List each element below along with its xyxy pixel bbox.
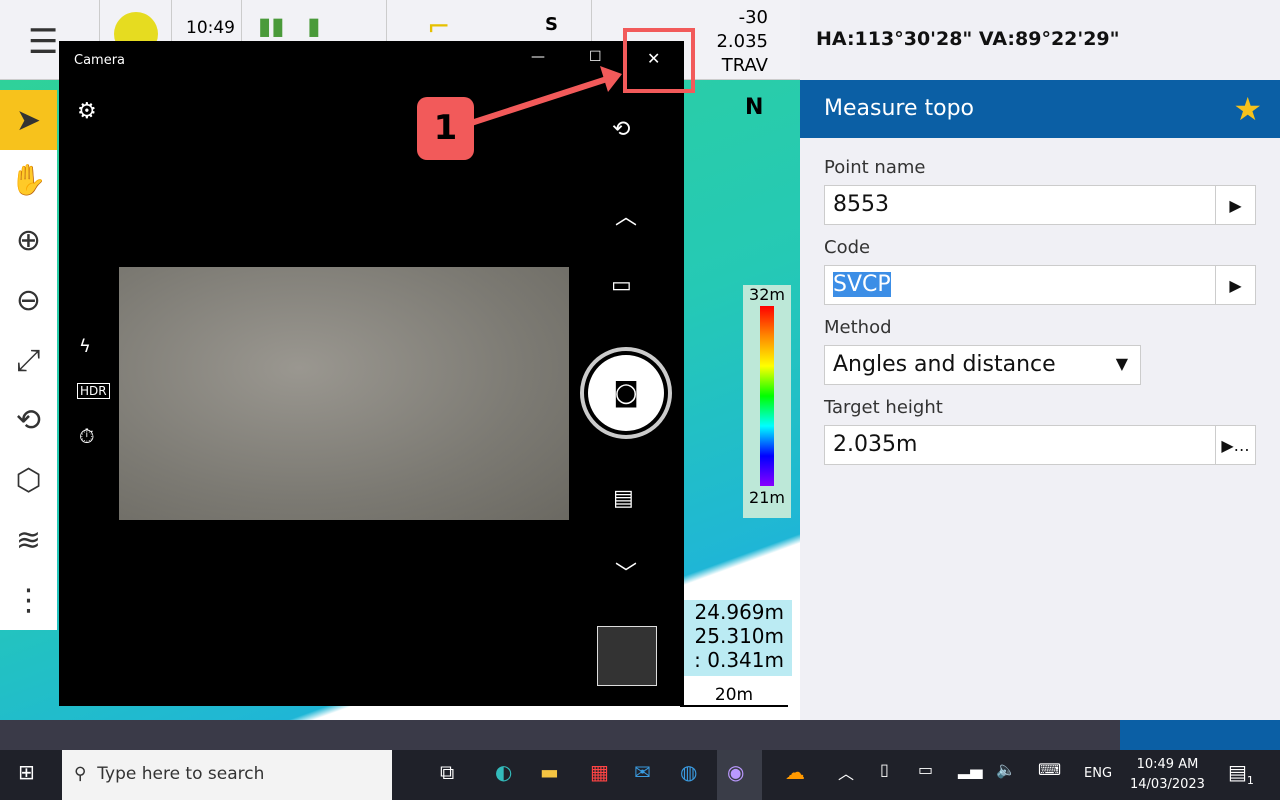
method-select[interactable]: Angles and distance ▼ <box>824 345 1141 385</box>
highlight-box <box>623 28 695 93</box>
video-mode-icon[interactable]: ▭ <box>611 273 632 298</box>
notifications-icon[interactable]: ▤1 <box>1228 760 1254 787</box>
volume-icon[interactable]: 🔈 <box>996 760 1016 779</box>
chevron-up-icon[interactable]: ︿ <box>838 760 854 784</box>
trimble-access-icon[interactable]: ◍ <box>680 760 697 784</box>
hdr-off-icon[interactable]: HDR <box>77 383 110 399</box>
keyboard-icon[interactable]: ⌨ <box>1038 760 1061 779</box>
file-explorer-icon[interactable]: ▬ <box>540 760 559 784</box>
camera-preview <box>119 267 569 520</box>
store-icon[interactable]: ▦ <box>590 760 609 784</box>
play-arrow-icon[interactable]: ▶ <box>1215 266 1255 304</box>
timer-off-icon[interactable]: ⏱ <box>79 424 95 448</box>
more-icon[interactable]: ⋮ <box>0 570 57 630</box>
chevron-down-icon[interactable]: ﹀ <box>615 556 637 588</box>
angle-readout: HA:113°30'28" VA:89°22'29" <box>816 28 1120 50</box>
softkey-primary[interactable] <box>1120 720 1280 750</box>
camera-window: Camera — ☐ ✕ ⚙ ϟ HDR ⏱ ⟲ ︿ ▭ ◙ ▤ ﹀ <box>59 41 684 706</box>
settings-icon[interactable]: ⚙ <box>77 99 97 124</box>
measurement-readout: 24.969m 25.310m: 0.341m <box>684 600 792 676</box>
north-arrow: N <box>745 95 764 120</box>
zoom-extents-icon[interactable]: ⤢ <box>0 330 57 390</box>
measure-topo-panel: HA:113°30'28" VA:89°22'29" Measure topo ★… <box>800 0 1280 720</box>
favorite-star-icon[interactable]: ★ <box>1233 90 1262 128</box>
zoom-out-icon[interactable]: ⊖ <box>0 270 57 330</box>
cube-icon[interactable]: ⬡ <box>0 450 57 510</box>
orbit-icon[interactable]: ⟲ <box>0 390 57 450</box>
capture-button[interactable]: ◙ <box>580 347 672 439</box>
dropdown-icon: ▼ <box>1115 354 1128 373</box>
mail-icon[interactable]: ✉ <box>634 760 651 784</box>
map-toolbar: ➤ ✋ ⊕ ⊖ ⤢ ⟲ ⬡ ≋ ⋮ <box>0 90 57 630</box>
weather-icon[interactable]: ☁ <box>785 760 805 784</box>
step-badge: 1 <box>417 97 474 160</box>
instrument-icon: ⌐ <box>427 10 451 43</box>
signal-icon[interactable]: ▂▄ <box>958 760 983 779</box>
select-tool[interactable]: ➤ <box>0 90 57 150</box>
elevation-legend: 32m 21m <box>743 285 791 518</box>
window-title: Camera <box>74 53 126 68</box>
annotation-arrow <box>464 66 622 128</box>
zoom-in-icon[interactable]: ⊕ <box>0 210 57 270</box>
battery-icon[interactable]: ▭ <box>918 760 933 779</box>
search-box[interactable]: ⚲ Type here to search <box>62 750 392 800</box>
windows-start-icon[interactable]: ⊞ <box>18 760 35 784</box>
language-indicator[interactable]: ENG <box>1084 766 1112 781</box>
clock[interactable]: 10:49 AM 14/03/2023 <box>1130 755 1205 795</box>
target-height-input[interactable]: 2.035m ▶… <box>824 425 1256 465</box>
hamburger-icon: ☰ <box>28 22 59 62</box>
camera-app-icon[interactable]: ◉ <box>717 750 762 800</box>
status-time: 10:49 <box>186 18 235 38</box>
scale-bar: 20m <box>680 685 788 707</box>
chevron-up-icon[interactable]: ︿ <box>615 199 637 231</box>
document-mode-icon[interactable]: ▤ <box>613 486 634 511</box>
softkey-bar <box>0 720 1280 750</box>
pan-tool[interactable]: ✋ <box>0 150 57 210</box>
camera-icon: ◙ <box>588 355 664 431</box>
play-arrow-icon[interactable]: ▶ <box>1215 186 1255 224</box>
battery-icon: ▮▮ ▮ <box>258 12 321 40</box>
point-name-input[interactable]: 8553 ▶ <box>824 185 1256 225</box>
more-options-icon[interactable]: ▶… <box>1215 426 1255 464</box>
search-icon: ⚲ <box>74 764 87 784</box>
edge-icon[interactable]: ◐ <box>495 760 512 784</box>
panel-header: Measure topo ★ <box>800 80 1280 138</box>
task-view-icon[interactable]: ⧉ <box>440 760 454 784</box>
code-input[interactable]: SVCP ▶ <box>824 265 1256 305</box>
layers-icon[interactable]: ≋ <box>0 510 57 570</box>
last-photo-thumbnail[interactable] <box>597 626 657 686</box>
camera-privacy-icon[interactable]: ▯ <box>880 760 889 779</box>
flash-off-icon[interactable]: ϟ <box>79 336 91 357</box>
taskbar: ⊞ ⚲ Type here to search ⧉ ◐ ▬ ▦ ✉ ◍ ◉ ☁ … <box>0 750 1280 800</box>
